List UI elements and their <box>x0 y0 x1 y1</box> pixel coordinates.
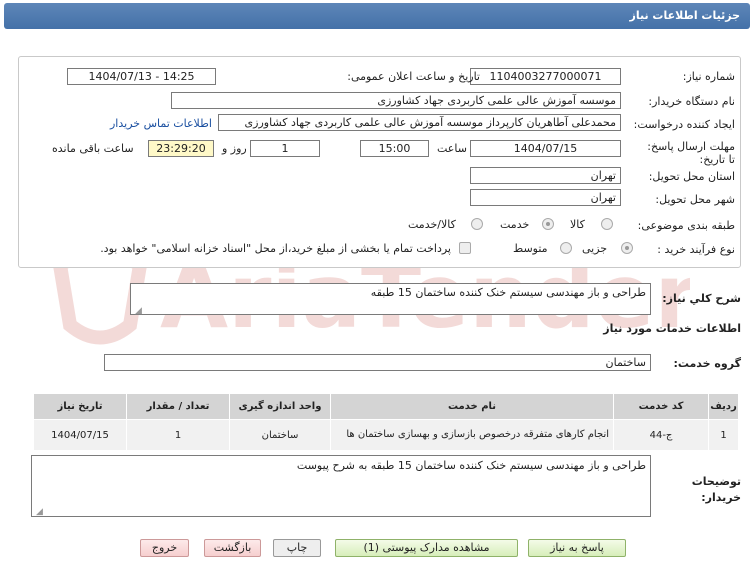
services-section-title: اطلاعات خدمات مورد نیاز <box>603 322 741 335</box>
table-row: 1 ج-44 انجام کارهای متفرقه درخصوص بازساز… <box>33 419 739 451</box>
buyer-org-field: موسسه آموزش عالی علمی کاربردی جهاد کشاور… <box>171 92 621 109</box>
province-label: استان محل تحویل: <box>648 170 735 183</box>
deadline-time-field: 15:00 <box>360 140 429 157</box>
process-label: نوع فرآیند خرید : <box>657 243 735 256</box>
cell-qty: 1 <box>126 419 230 451</box>
contact-link[interactable]: اطلاعات تماس خریدار <box>110 117 212 130</box>
deadline-date-field: 1404/07/15 <box>470 140 621 157</box>
buyer-org-label: نام دستگاه خریدار: <box>648 95 735 108</box>
creator-label: ایجاد کننده درخواست: <box>633 118 735 131</box>
time-label: ساعت <box>437 142 467 155</box>
days-label: روز و <box>222 142 247 155</box>
category-option-both-label: کالا/خدمت <box>408 218 456 231</box>
payment-note: پرداخت تمام یا بخشی از مبلغ خرید،از محل … <box>100 242 451 255</box>
cell-row: 1 <box>708 419 739 451</box>
creator-field: محمدعلی آطاهریان کارپرداز موسسه آموزش عا… <box>218 114 621 131</box>
process-option-minor-radio[interactable] <box>621 242 633 254</box>
category-label: طبقه بندی موضوعی: <box>637 219 735 232</box>
summary-field: طراحی و باز مهندسی سیستم خنک کننده ساختم… <box>130 283 651 315</box>
view-attachments-button[interactable]: مشاهده مدارک پیوستی (1) <box>335 539 518 557</box>
notes-label: توضیحات خریدار: <box>691 475 741 504</box>
deadline-label: مهلت ارسال پاسخ: تا تاریخ: <box>647 140 735 166</box>
page-title: جزئیات اطلاعات نیاز <box>629 9 741 22</box>
city-label: شهر محل تحویل: <box>655 193 735 206</box>
respond-button[interactable]: پاسخ به نیاز <box>528 539 626 557</box>
payment-checkbox[interactable] <box>459 242 471 254</box>
category-option-service-radio[interactable] <box>542 218 554 230</box>
service-group-field: ساختمان <box>104 354 651 371</box>
category-option-goods-label: کالا <box>570 218 585 231</box>
exit-button[interactable]: خروج <box>140 539 189 557</box>
category-option-goods-radio[interactable] <box>601 218 613 230</box>
announce-label: تاریخ و ساعت اعلان عمومی: <box>347 70 480 83</box>
print-button[interactable]: چاپ <box>273 539 321 557</box>
summary-label: شرح کلي نياز: <box>662 292 741 305</box>
need-number-label: شماره نیاز: <box>682 70 735 83</box>
category-option-service-label: خدمت <box>500 218 530 231</box>
days-field: 1 <box>250 140 320 157</box>
col-row-header: ردیف <box>708 393 739 420</box>
notes-field: طراحی و باز مهندسی سیستم خنک کننده ساختم… <box>31 455 651 517</box>
cell-code: ج-44 <box>613 419 709 451</box>
notes-resize-icon[interactable]: ◢ <box>36 507 43 517</box>
col-unit-header: واحد اندازه گیری <box>229 393 331 420</box>
cell-date: 1404/07/15 <box>33 419 127 451</box>
category-option-both-radio[interactable] <box>471 218 483 230</box>
services-table: ردیف کد خدمت نام خدمت واحد اندازه گیری ت… <box>33 393 739 451</box>
remaining-label: ساعت باقی مانده <box>52 142 134 155</box>
process-option-medium-radio[interactable] <box>560 242 572 254</box>
remaining-time-field: 23:29:20 <box>148 140 214 157</box>
announce-field: 1404/07/13 - 14:25 <box>67 68 216 85</box>
col-qty-header: تعداد / مقدار <box>126 393 230 420</box>
process-option-medium-label: متوسط <box>513 242 548 255</box>
need-number-field: 1104003277000071 <box>470 68 621 85</box>
page-header: جزئیات اطلاعات نیاز <box>4 3 750 29</box>
col-name-header: نام خدمت <box>330 393 614 420</box>
table-header-row: ردیف کد خدمت نام خدمت واحد اندازه گیری ت… <box>33 393 739 420</box>
back-button[interactable]: بازگشت <box>204 539 261 557</box>
cell-unit: ساختمان <box>229 419 331 451</box>
col-code-header: کد خدمت <box>613 393 709 420</box>
summary-resize-icon[interactable]: ◢ <box>135 306 142 316</box>
info-panel <box>18 56 741 268</box>
province-field: تهران <box>470 167 621 184</box>
service-group-label: گروه خدمت: <box>673 357 741 370</box>
city-field: تهران <box>470 189 621 206</box>
cell-service-name: انجام کارهای متفرقه درخصوص بازسازی و بهس… <box>330 419 614 451</box>
process-option-minor-label: جزیی <box>582 242 608 255</box>
col-date-header: تاریخ نیاز <box>33 393 127 420</box>
